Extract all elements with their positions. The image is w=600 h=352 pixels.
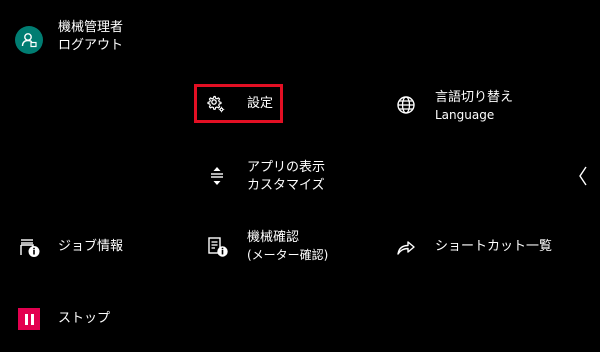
printer-info-icon bbox=[20, 239, 40, 257]
language-sublabel: Language bbox=[435, 108, 495, 122]
gear-icon bbox=[207, 95, 225, 113]
machine-check-label-line1[interactable]: 機械確認 bbox=[247, 229, 299, 247]
app-customize-label-line1[interactable]: アプリの表示 bbox=[247, 159, 325, 177]
job-info-label[interactable]: ジョブ情報 bbox=[58, 238, 123, 256]
logout-link[interactable]: ログアウト bbox=[58, 37, 123, 55]
shortcut-list-label[interactable]: ショートカット一覧 bbox=[435, 238, 552, 256]
language-switch-label[interactable]: 言語切り替え bbox=[435, 89, 513, 107]
pause-icon-bar-left bbox=[24, 313, 28, 325]
user-icon bbox=[21, 33, 37, 48]
pause-icon-bar-right bbox=[30, 313, 34, 325]
share-arrow-icon bbox=[397, 241, 415, 255]
settings-label: 設定 bbox=[247, 96, 274, 111]
globe-icon bbox=[397, 96, 415, 114]
meter-info-icon bbox=[208, 237, 228, 257]
sort-arrows-icon bbox=[211, 167, 223, 185]
chevron-left-icon[interactable] bbox=[577, 165, 589, 187]
stop-label[interactable]: ストップ bbox=[58, 310, 110, 328]
machine-check-label-line2[interactable]: (メーター確認) bbox=[247, 247, 328, 263]
user-name: 機械管理者 bbox=[58, 20, 124, 35]
avatar[interactable] bbox=[15, 26, 43, 54]
stop-button[interactable] bbox=[18, 308, 40, 330]
app-customize-label-line2[interactable]: カスタマイズ bbox=[247, 177, 325, 195]
